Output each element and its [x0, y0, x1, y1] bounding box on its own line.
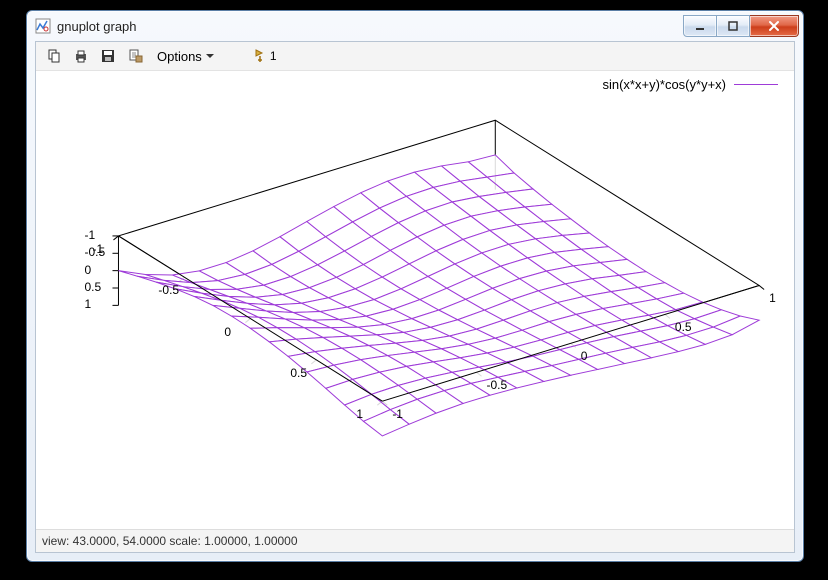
close-button[interactable]	[750, 15, 799, 37]
replot-button[interactable]: 1	[247, 44, 282, 68]
window-title: gnuplot graph	[57, 19, 683, 34]
z-tick: -1	[84, 228, 95, 242]
toolbar: Options 1	[36, 42, 794, 71]
settings-button[interactable]	[123, 44, 147, 68]
plot-canvas[interactable]	[36, 71, 794, 529]
status-text: view: 43.0000, 54.0000 scale: 1.00000, 1…	[42, 534, 298, 548]
legend-swatch	[734, 84, 778, 85]
print-button[interactable]	[69, 44, 93, 68]
x-tick: -0.5	[158, 283, 179, 297]
replot-count: 1	[270, 49, 277, 63]
y-tick: -1	[392, 407, 403, 421]
client-area: Options 1 sin(x*x+y)*cos(y*y+x) -1 -0.5 0 0…	[35, 41, 795, 553]
y-tick: -0.5	[487, 378, 508, 392]
save-button[interactable]	[96, 44, 120, 68]
minimize-button[interactable]	[683, 15, 717, 37]
z-tick: 0.5	[84, 280, 101, 294]
options-label: Options	[157, 49, 202, 64]
legend-label: sin(x*x+y)*cos(y*y+x)	[602, 77, 726, 92]
y-tick: 1	[769, 291, 776, 305]
z-tick: -0.5	[84, 245, 105, 259]
z-tick: 1	[84, 297, 91, 311]
x-tick: 1	[356, 407, 363, 421]
x-tick: 0	[224, 325, 231, 339]
y-tick: 0	[581, 349, 588, 363]
app-icon	[35, 18, 51, 34]
app-window: gnuplot graph	[26, 10, 804, 562]
y-tick: 0.5	[675, 320, 692, 334]
z-tick: 0	[84, 263, 91, 277]
chevron-down-icon	[206, 54, 214, 58]
title-bar[interactable]: gnuplot graph	[27, 11, 803, 41]
legend: sin(x*x+y)*cos(y*y+x)	[602, 77, 778, 92]
status-bar: view: 43.0000, 54.0000 scale: 1.00000, 1…	[36, 529, 794, 552]
options-menu[interactable]: Options	[150, 44, 221, 68]
maximize-button[interactable]	[717, 15, 750, 37]
x-tick: 0.5	[290, 366, 307, 380]
plot-area[interactable]: sin(x*x+y)*cos(y*y+x) -1 -0.5 0 0.5 1 -1 -0.5 0…	[36, 71, 794, 529]
copy-button[interactable]	[42, 44, 66, 68]
